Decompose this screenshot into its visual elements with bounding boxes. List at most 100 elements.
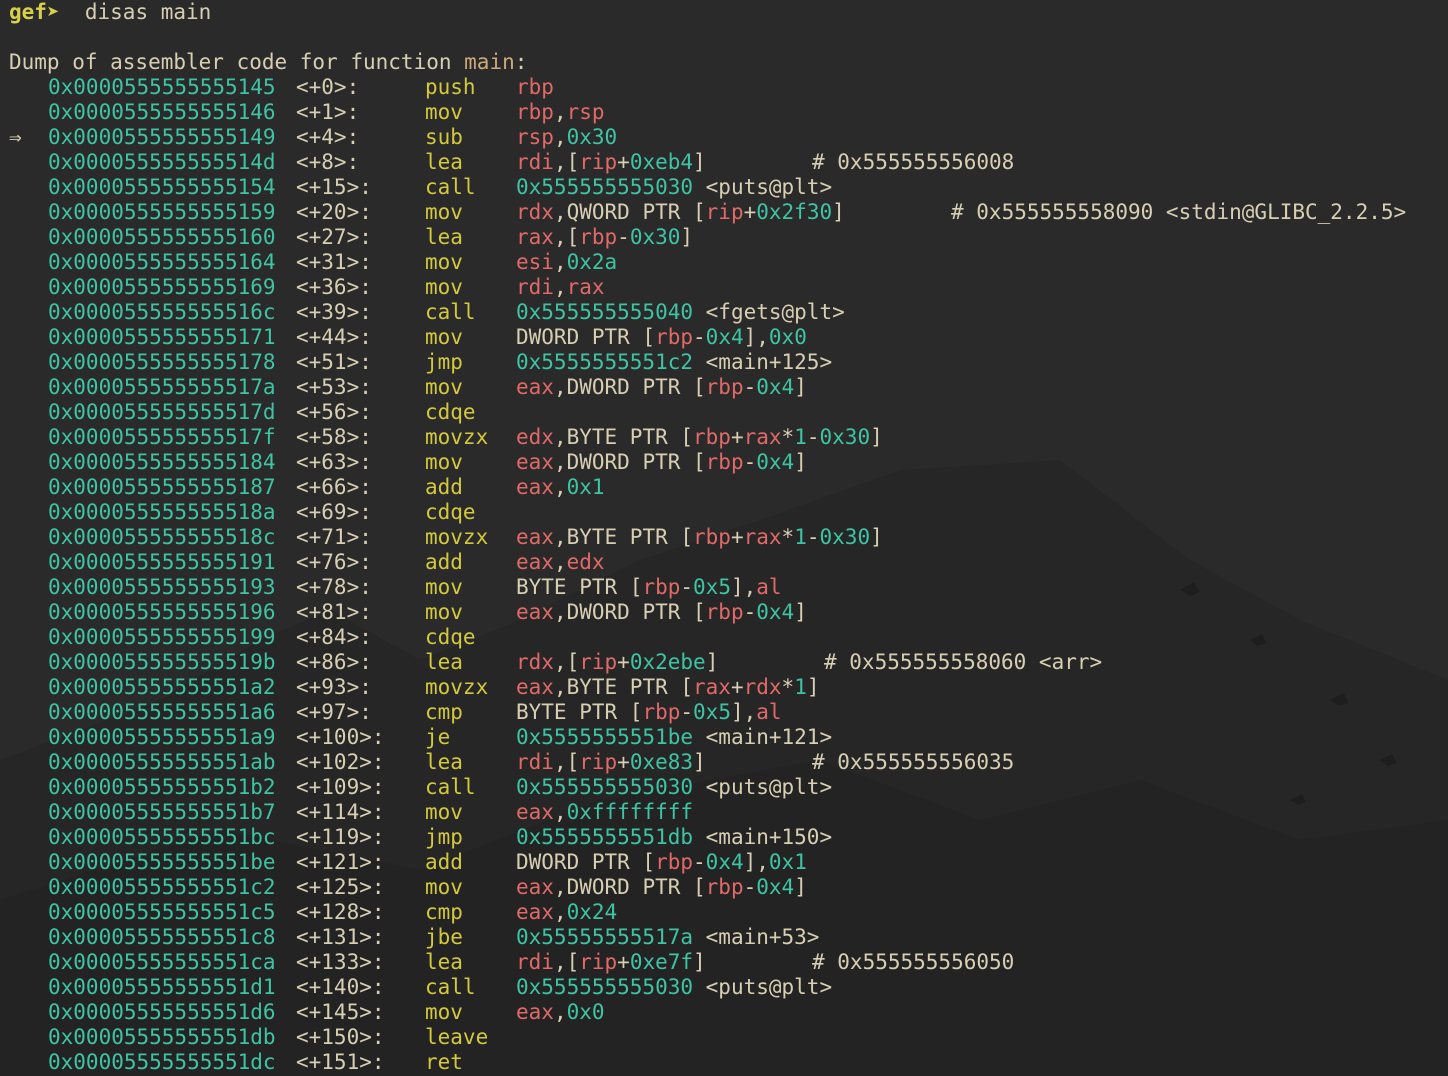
operand-register: rax (743, 425, 782, 449)
instruction-offset: <+4>: (296, 125, 360, 149)
operand-register: rbp (693, 525, 731, 549)
operand-register: rbp (642, 700, 681, 724)
operand-text: ] (870, 525, 883, 549)
instruction-offset: <+150>: (296, 1025, 385, 1049)
operand-register: eax (516, 800, 554, 824)
instruction-mnemonic: sub (425, 125, 463, 149)
operand-text: ,DWORD PTR [ (553, 450, 706, 474)
instruction-mnemonic: jmp (425, 825, 463, 849)
operand-immediate: 0x4 (756, 375, 795, 399)
instruction-row: 0x000055555555519b <+86>: lea rdx,[rip+0x2e… (0, 650, 1448, 675)
instruction-operands: rbp (516, 75, 554, 100)
operand-immediate: 0x55555555517a (516, 925, 694, 949)
instruction-operands: rsp,0x30 (516, 125, 617, 150)
instruction-mnemonic: movzx (425, 675, 489, 699)
operand-register: rdi (516, 150, 554, 174)
instruction-mnemonic: add (425, 550, 463, 574)
operand-text: ,[ (553, 225, 580, 249)
operand-register: al (756, 700, 782, 724)
instruction-mnemonic: jbe (425, 925, 463, 949)
instruction-mnemonic: cdqe (425, 400, 476, 424)
instruction-row: 0x000055555555517a <+53>: mov eax,DWORD PTR… (0, 375, 1448, 400)
instruction-address: 0x00005555555551be (48, 850, 276, 874)
instruction-address: 0x00005555555551c8 (48, 925, 276, 949)
instruction-address: 0x00005555555551ca (48, 950, 276, 974)
instruction-offset: <+63>: (296, 450, 372, 474)
instruction-mnemonic: call (425, 175, 476, 199)
instruction-row: 0x0000555555555160 <+27>: lea rax,[rbp-0x30… (0, 225, 1448, 250)
operand-immediate: 0x555555555030 (516, 175, 694, 199)
instruction-operands: 0x555555555040 <fgets@plt> (516, 300, 845, 325)
operand-register: edx (516, 425, 554, 449)
operand-text: DWORD PTR [ (516, 850, 656, 874)
operand-immediate: 0x0 (768, 325, 807, 349)
instruction-operands: 0x555555555030 <puts@plt> (516, 975, 832, 1000)
operand-immediate: 0xeb4 (629, 150, 694, 174)
operand-text: ], (730, 575, 757, 599)
instruction-mnemonic: push (425, 75, 476, 99)
instruction-row: 0x00005555555551a9 <+100>: je 0x5555555551b… (0, 725, 1448, 750)
instruction-operands: eax,edx (516, 550, 605, 575)
operand-immediate: 0x0 (566, 1000, 605, 1024)
operand-text: ,BYTE PTR [ (553, 675, 694, 699)
instruction-address: 0x00005555555551b2 (48, 775, 276, 799)
operand-symbol: <puts@plt> (693, 975, 833, 999)
instruction-offset: <+27>: (296, 225, 372, 249)
operand-register: rbp (705, 600, 744, 624)
operand-immediate: 0xffffffff (566, 800, 694, 824)
instruction-offset: <+78>: (296, 575, 372, 599)
instruction-mnemonic: mov (425, 600, 463, 624)
operand-immediate: 0x1 (768, 850, 807, 874)
operand-immediate: 0x24 (566, 900, 618, 924)
operand-text: ,DWORD PTR [ (553, 875, 706, 899)
operand-register: rip (579, 150, 618, 174)
instruction-address: 0x00005555555551bc (48, 825, 276, 849)
operand-register: eax (516, 600, 554, 624)
instruction-row: 0x000055555555514d <+8>: lea rdi,[rip+0xeb4… (0, 150, 1448, 175)
instruction-row: 0x0000555555555184 <+63>: mov eax,DWORD PTR… (0, 450, 1448, 475)
operand-immediate: 0x5 (693, 575, 731, 599)
operand-text: + (617, 650, 630, 674)
instruction-row: 0x0000555555555187 <+66>: add eax,0x1 (0, 475, 1448, 500)
operand-register: rdx (516, 650, 554, 674)
operand-text: ] (693, 950, 706, 974)
operand-immediate: 1 (794, 525, 807, 549)
instruction-operands: eax,DWORD PTR [rbp-0x4] (516, 375, 807, 400)
operand-register: rbp (693, 425, 731, 449)
operand-text: , (553, 100, 567, 124)
operand-register: rbp (705, 875, 744, 899)
operand-text: ] (680, 225, 694, 249)
instruction-offset: <+71>: (296, 525, 372, 549)
instruction-row: 0x00005555555551bc <+119>: jmp 0x5555555551… (0, 825, 1448, 850)
operand-immediate: 0x555555555030 (516, 975, 694, 999)
operand-immediate: 0x30 (819, 425, 871, 449)
operand-text: , (553, 475, 567, 499)
instruction-mnemonic: call (425, 300, 476, 324)
operand-register: rbp (655, 325, 694, 349)
operand-register: rdi (516, 275, 554, 299)
instruction-operands: 0x555555555030 <puts@plt> (516, 775, 832, 800)
operand-text: BYTE PTR [ (516, 575, 643, 599)
operand-immediate: 0x555555555040 (516, 300, 694, 324)
instruction-mnemonic: call (425, 975, 476, 999)
operand-text: * (781, 675, 795, 699)
instruction-address: 0x0000555555555164 (48, 250, 276, 274)
instruction-operands: DWORD PTR [rbp-0x4],0x0 (516, 325, 807, 350)
command-text: disas main (84, 0, 212, 24)
instruction-mnemonic: mov (425, 875, 463, 899)
instruction-offset: <+1>: (296, 100, 360, 124)
instruction-address: 0x0000555555555187 (48, 475, 276, 499)
operand-register: rax (693, 675, 731, 699)
instruction-address: 0x0000555555555171 (48, 325, 276, 349)
instruction-operands: eax,BYTE PTR [rax+rdx*1] (516, 675, 820, 700)
operand-text: + (617, 750, 630, 774)
terminal[interactable]: gef➤ disas main Dump of assembler code f… (0, 0, 1448, 1076)
instruction-offset: <+81>: (296, 600, 372, 624)
instruction-mnemonic: cmp (425, 900, 463, 924)
operand-text: ] (832, 200, 845, 224)
instruction-row: 0x0000555555555169 <+36>: mov rdi,rax (0, 275, 1448, 300)
instruction-operands: eax,DWORD PTR [rbp-0x4] (516, 600, 807, 625)
operand-immediate: 0x5 (693, 700, 731, 724)
instruction-offset: <+133>: (296, 950, 385, 974)
instruction-address: 0x0000555555555184 (48, 450, 276, 474)
